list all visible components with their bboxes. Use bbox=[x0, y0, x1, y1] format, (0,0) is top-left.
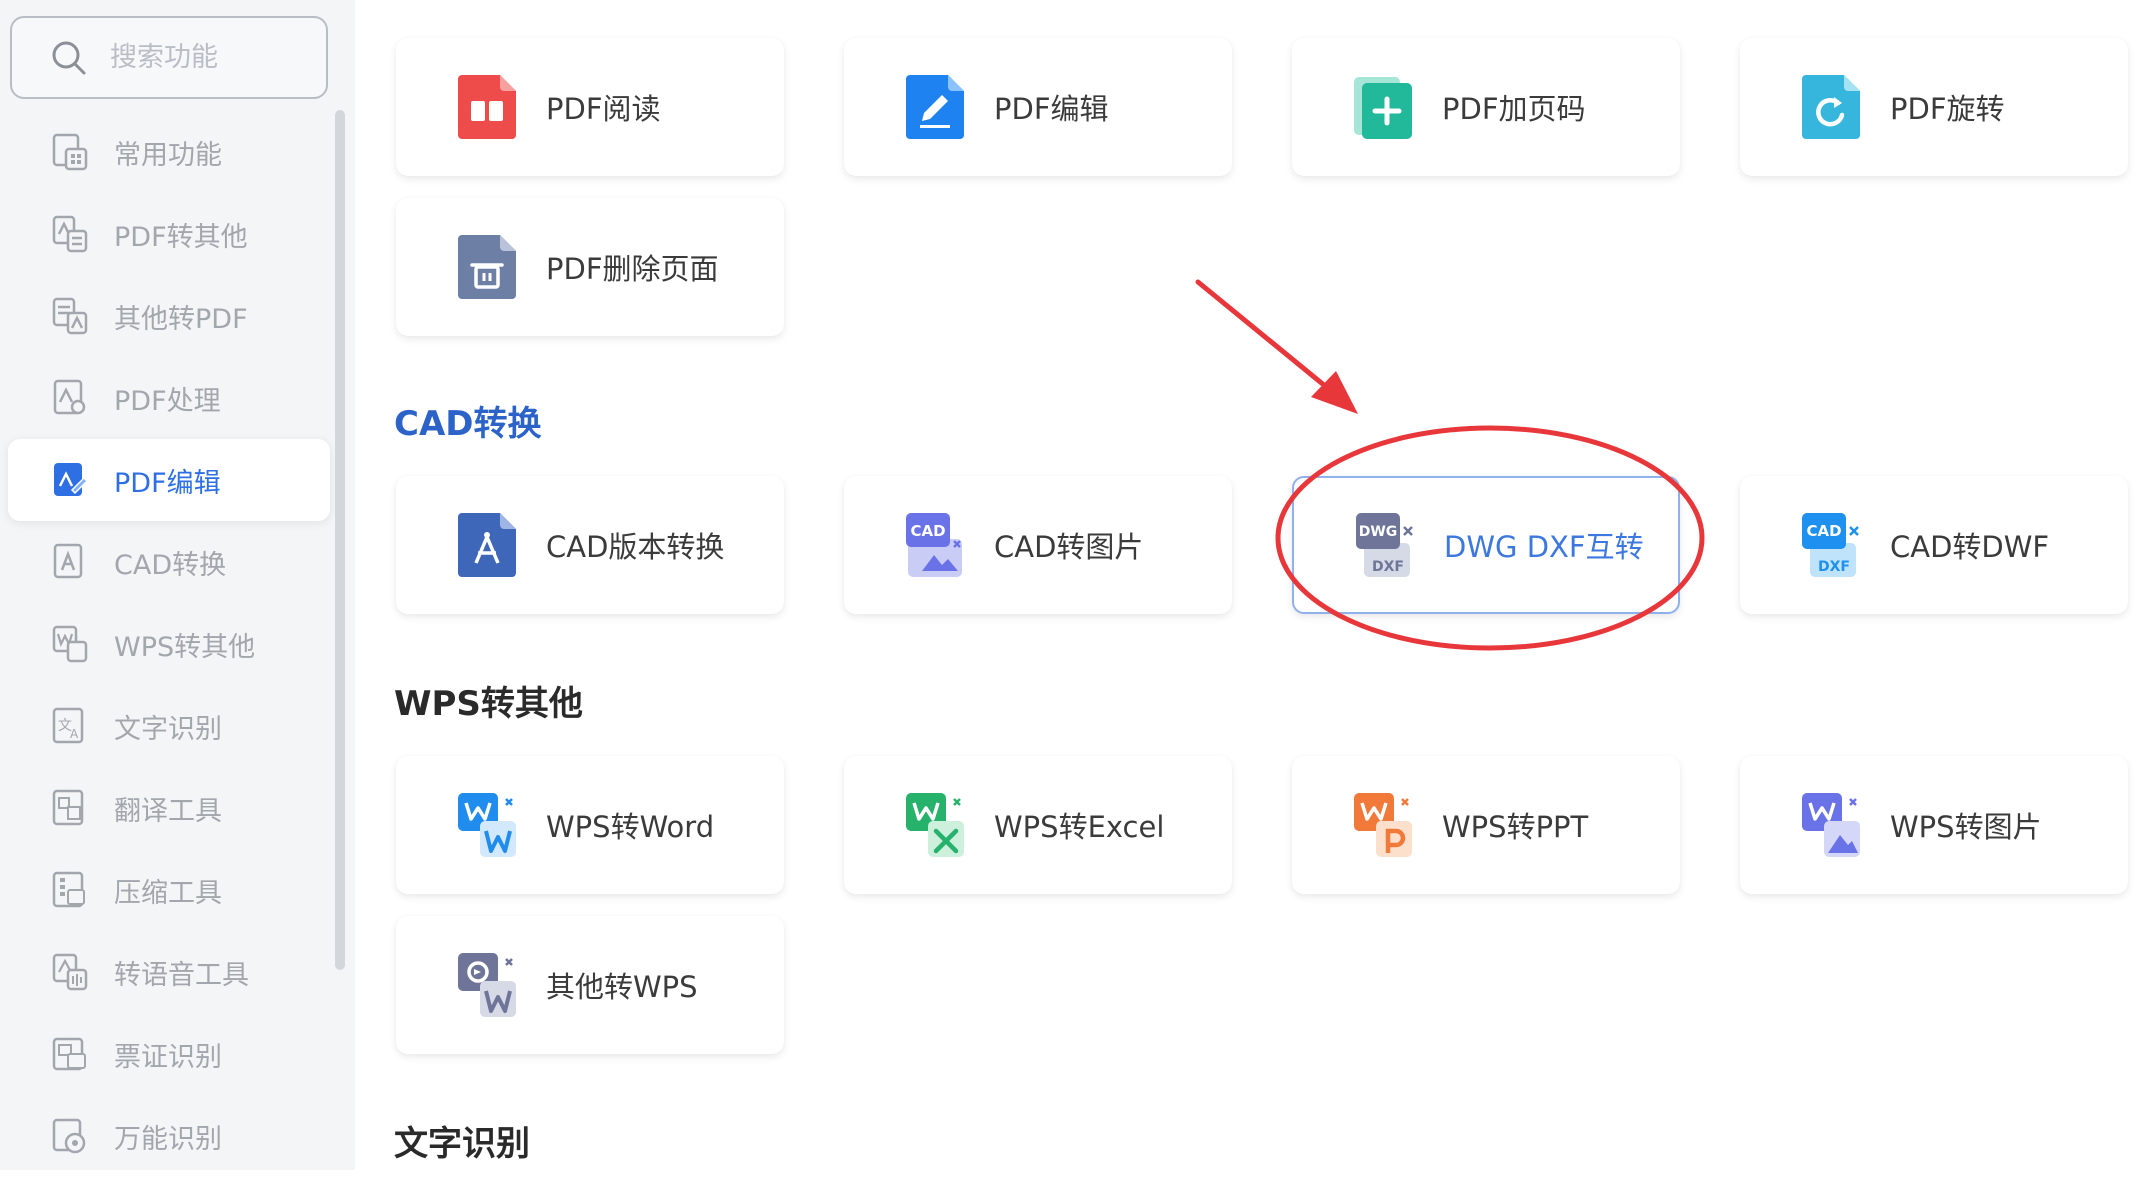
sidebar-item-label: 文字识别 bbox=[114, 713, 222, 745]
sidebar-item-translate[interactable]: 翻译工具 bbox=[0, 767, 355, 849]
section-title-ocr: 文字识别 bbox=[394, 1124, 530, 1164]
cad-icon bbox=[53, 543, 83, 579]
sidebar-item-ticket-ocr[interactable]: 票证识别 bbox=[0, 1013, 355, 1095]
text-ocr-icon: 文 A bbox=[52, 707, 84, 744]
sidebar-item-label: PDF编辑 bbox=[114, 467, 221, 499]
sidebar-item-label: CAD转换 bbox=[114, 549, 227, 581]
card-label: PDF加页码 bbox=[1442, 92, 1586, 126]
card-other-to-wps[interactable]: 其他转WPS bbox=[396, 916, 784, 1054]
card-label: WPS转图片 bbox=[1890, 810, 2042, 844]
card-label: PDF删除页面 bbox=[546, 252, 719, 286]
sidebar-item-label: PDF转其他 bbox=[114, 221, 248, 253]
common-functions-icon bbox=[52, 133, 88, 171]
sidebar-item-compress[interactable]: 压缩工具 bbox=[0, 849, 355, 931]
ticket-icon bbox=[52, 1037, 86, 1071]
card-label: CAD转DWF bbox=[1890, 530, 2050, 564]
search-icon bbox=[52, 41, 86, 74]
card-pdf-add-page-number[interactable]: PDF加页码 bbox=[1292, 38, 1680, 176]
to-pdf-icon bbox=[52, 297, 88, 335]
card-pdf-delete-page[interactable]: PDF删除页面 bbox=[396, 198, 784, 336]
trash-icon bbox=[458, 235, 516, 299]
cad-to-image-icon: CAD bbox=[906, 513, 962, 577]
card-pdf-edit[interactable]: PDF编辑 bbox=[844, 38, 1232, 176]
card-label: CAD版本转换 bbox=[546, 530, 725, 564]
sidebar-item-wps[interactable]: WPS转其他 bbox=[0, 603, 355, 685]
sidebar-item-label: 票证识别 bbox=[114, 1041, 222, 1073]
section-title-cad: CAD转换 bbox=[394, 404, 542, 444]
rotate-icon bbox=[1802, 75, 1860, 139]
dwg-dxf-icon: DWG DXF bbox=[1356, 513, 1413, 577]
sidebar-item-pdf-edit[interactable]: PDF编辑 bbox=[8, 439, 330, 521]
sidebar-item-label: 其他转PDF bbox=[114, 303, 248, 335]
pdf-read-icon bbox=[458, 75, 516, 139]
dxf-badge-text: DXF bbox=[1818, 559, 1850, 575]
sidebar-item-label: 常用功能 bbox=[114, 139, 222, 171]
wps-to-image-icon bbox=[1802, 793, 1860, 857]
sidebar-item-label: WPS转其他 bbox=[114, 631, 256, 663]
sidebar-item-other-to-pdf[interactable]: 其他转PDF bbox=[0, 275, 355, 357]
universal-ocr-icon bbox=[52, 1118, 86, 1154]
card-label: DWG DXF互转 bbox=[1444, 530, 1644, 564]
sidebar-scrollbar[interactable] bbox=[335, 110, 345, 970]
cad-badge-text: CAD bbox=[910, 522, 945, 540]
cad-version-icon bbox=[458, 513, 516, 577]
dxf-badge-text: DXF bbox=[1372, 559, 1404, 575]
card-cad-version-convert[interactable]: CAD版本转换 bbox=[396, 476, 784, 614]
section-title-wps: WPS转其他 bbox=[394, 684, 583, 724]
wps-to-ppt-icon bbox=[1354, 793, 1412, 857]
sidebar-menu: 常用功能 PDF转其他 其他转PDF PDF处理 PDF编辑 CAD转换 WPS… bbox=[0, 111, 355, 1177]
dwg-badge-text: DWG bbox=[1359, 524, 1398, 540]
sidebar-item-label: PDF处理 bbox=[114, 385, 221, 417]
card-wps-to-image[interactable]: WPS转图片 bbox=[1740, 756, 2128, 894]
cad-badge-text: CAD bbox=[1806, 522, 1841, 540]
card-label: WPS转Excel bbox=[994, 810, 1165, 844]
card-wps-to-excel[interactable]: WPS转Excel bbox=[844, 756, 1232, 894]
card-label: PDF阅读 bbox=[546, 92, 661, 126]
text-to-speech-icon bbox=[52, 953, 88, 991]
card-wps-to-ppt[interactable]: WPS转PPT bbox=[1292, 756, 1680, 894]
card-dwg-dxf-convert[interactable]: DWG DXF DWG DXF互转 bbox=[1292, 476, 1680, 614]
sidebar-item-label: 万能识别 bbox=[114, 1123, 222, 1155]
sidebar-item-pdf-process[interactable]: PDF处理 bbox=[0, 357, 355, 439]
sidebar-item-label: 翻译工具 bbox=[114, 795, 222, 827]
card-label: PDF编辑 bbox=[994, 92, 1109, 126]
search-box[interactable] bbox=[10, 16, 328, 99]
card-wps-to-word[interactable]: WPS转Word bbox=[396, 756, 784, 894]
pdf-edit-icon bbox=[54, 463, 89, 496]
wps-icon bbox=[52, 625, 88, 663]
card-label: CAD转图片 bbox=[994, 530, 1144, 564]
sidebar-item-pdf-to-other[interactable]: PDF转其他 bbox=[0, 193, 355, 275]
pdf-convert-icon bbox=[52, 215, 88, 253]
card-label: PDF旋转 bbox=[1890, 92, 2005, 126]
compress-icon bbox=[52, 871, 85, 908]
sidebar-item-label: 压缩工具 bbox=[114, 877, 222, 909]
card-label: WPS转Word bbox=[546, 810, 715, 844]
sidebar-item-label: 转语音工具 bbox=[114, 959, 249, 991]
cad-to-dwf-icon: CAD DXF bbox=[1802, 513, 1859, 577]
sidebar-item-cad[interactable]: CAD转换 bbox=[0, 521, 355, 603]
search-input[interactable] bbox=[108, 41, 308, 74]
svg-text:A: A bbox=[70, 727, 79, 741]
wps-to-word-icon bbox=[458, 793, 516, 857]
sidebar: 常用功能 PDF转其他 其他转PDF bbox=[0, 0, 355, 1170]
card-pdf-read[interactable]: PDF阅读 bbox=[396, 38, 784, 176]
pdf-process-icon bbox=[53, 379, 86, 415]
add-page-number-icon bbox=[1354, 77, 1412, 139]
card-cad-to-dwf[interactable]: CAD DXF CAD转DWF bbox=[1740, 476, 2128, 614]
translate-icon bbox=[52, 789, 84, 826]
sidebar-item-tts[interactable]: 转语音工具 bbox=[0, 931, 355, 1013]
card-label: WPS转PPT bbox=[1442, 810, 1589, 844]
other-to-wps-icon bbox=[458, 953, 516, 1017]
sidebar-item-common[interactable]: 常用功能 bbox=[0, 111, 355, 193]
card-label: 其他转WPS bbox=[546, 970, 698, 1004]
sidebar-item-ocr[interactable]: 文 A 文字识别 bbox=[0, 685, 355, 767]
sidebar-item-universal-ocr[interactable]: 万能识别 bbox=[0, 1095, 355, 1177]
card-cad-to-image[interactable]: CAD CAD转图片 bbox=[844, 476, 1232, 614]
pdf-edit-icon bbox=[906, 75, 964, 139]
wps-to-excel-icon bbox=[906, 793, 964, 857]
card-pdf-rotate[interactable]: PDF旋转 bbox=[1740, 38, 2128, 176]
main-content: PDF阅读 PDF编辑 PDF加页码 PDF旋转 PDF删除页面 CAD转换 C… bbox=[356, 0, 2152, 1170]
